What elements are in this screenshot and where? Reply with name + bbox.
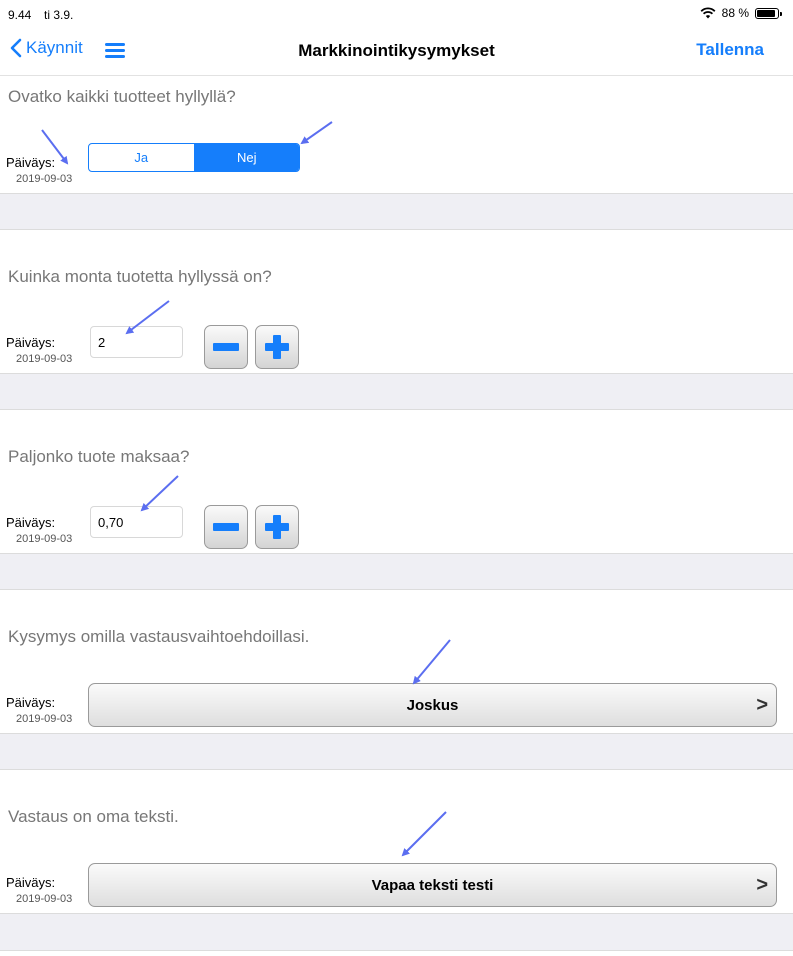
chevron-right-icon: > [756,874,768,896]
question-card-1: Ovatko kaikki tuotteet hyllyllä? Päiväys… [0,77,793,195]
section-separator [0,193,793,230]
date-label: Päiväys: [6,335,56,350]
question-text: Paljonko tuote maksaa? [8,447,190,466]
decrement-button[interactable] [204,505,248,549]
status-bar: 9.44 ti 3.9. 88 % [0,0,793,30]
battery-icon [755,7,782,19]
date-value: 2019-09-03 [16,713,73,725]
battery-percent: 88 % [721,6,749,20]
save-button[interactable]: Tallenna [696,40,764,60]
free-text-button[interactable]: Vapaa teksti testi > [88,863,777,907]
quantity-input[interactable]: 2 [90,326,183,358]
date-label: Päiväys: [6,875,56,890]
question-text: Vastaus on oma teksti. [8,807,179,826]
decrement-button[interactable] [204,325,248,369]
question-text: Kysymys omilla vastausvaihtoehdoillasi. [8,627,310,646]
navigation-bar: Käynnit Markkinointikysymykset Tallenna [0,30,793,76]
question-card-3: Paljonko tuote maksaa? Päiväys: 2019-09-… [0,411,793,549]
segment-ja[interactable]: Ja [89,144,194,171]
date-label: Päiväys: [6,515,56,530]
price-input[interactable]: 0,70 [90,506,183,538]
status-right: 88 % [700,6,782,20]
wifi-icon [700,7,716,19]
minus-icon [213,523,239,531]
date-value: 2019-09-03 [16,173,73,185]
chevron-right-icon: > [756,694,768,716]
section-separator [0,373,793,410]
date-label: Päiväys: [6,695,56,710]
date-label: Päiväys: [6,155,56,170]
question-text: Kuinka monta tuotetta hyllyssä on? [8,267,272,286]
question-text: Ovatko kaikki tuotteet hyllyllä? [8,87,236,106]
increment-button[interactable] [255,505,299,549]
date-value: 2019-09-03 [16,533,73,545]
question-card-5: Vastaus on oma teksti. Päiväys: 2019-09-… [0,771,793,907]
section-separator [0,733,793,770]
date-value: 2019-09-03 [16,893,73,905]
increment-button[interactable] [255,325,299,369]
question-card-2: Kuinka monta tuotetta hyllyssä on? Päivä… [0,231,793,369]
question-card-4: Kysymys omilla vastausvaihtoehdoillasi. … [0,591,793,727]
plus-icon [265,515,289,539]
answer-label: Joskus [406,697,459,714]
page-title: Markkinointikysymykset [298,41,495,60]
yes-no-segmented-control: Ja Nej [88,143,300,172]
date-value: 2019-09-03 [16,353,73,365]
minus-icon [213,343,239,351]
plus-icon [265,335,289,359]
segment-nej[interactable]: Nej [193,144,299,171]
section-separator [0,553,793,590]
answer-select-button[interactable]: Joskus > [88,683,777,727]
status-time: 9.44 [8,8,32,22]
section-separator [0,913,793,951]
status-date: ti 3.9. [44,8,74,22]
answer-label: Vapaa teksti testi [371,877,494,894]
